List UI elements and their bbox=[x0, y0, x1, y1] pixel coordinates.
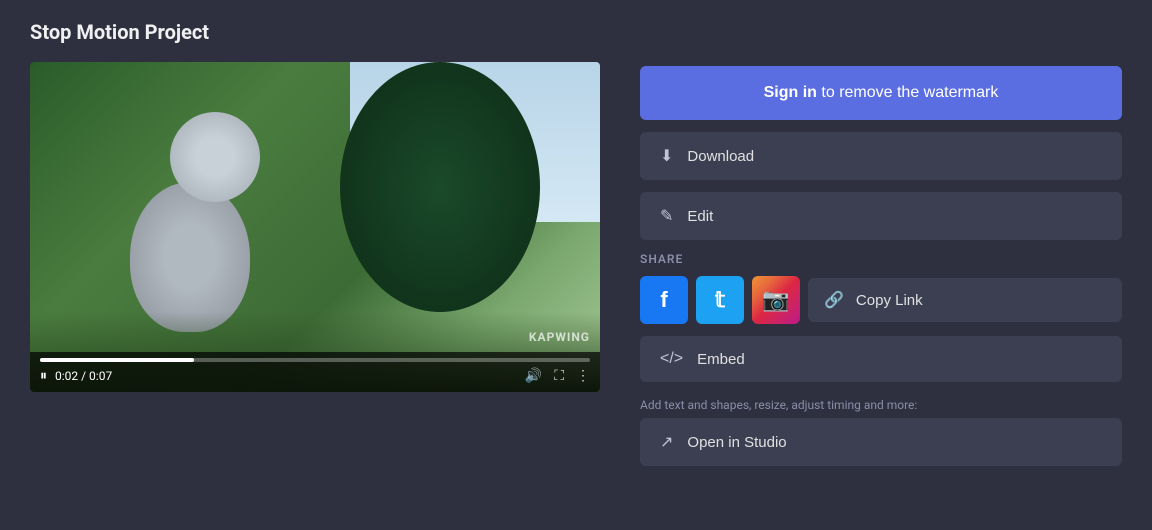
open-studio-label: Open in Studio bbox=[687, 434, 786, 451]
animal-head bbox=[170, 112, 260, 202]
sign-in-bold: Sign in bbox=[764, 84, 817, 101]
download-label: Download bbox=[687, 148, 754, 165]
edit-button[interactable]: ✎ Edit bbox=[640, 192, 1122, 240]
open-studio-button[interactable]: ↗ Open in Studio bbox=[640, 418, 1122, 466]
facebook-button[interactable]: f bbox=[640, 276, 688, 324]
embed-button[interactable]: </> Embed bbox=[640, 336, 1122, 382]
share-label: SHARE bbox=[640, 252, 1122, 266]
copy-link-label: Copy Link bbox=[856, 292, 923, 309]
watermark: KAPWING bbox=[529, 330, 590, 344]
page-container: Stop Motion Project KAPWING ⏸ bbox=[0, 0, 1152, 530]
progress-fill bbox=[40, 358, 194, 362]
edit-label: Edit bbox=[687, 208, 713, 225]
share-row: f 𝕥 📷 🔗 Copy Link bbox=[640, 276, 1122, 324]
video-player[interactable]: KAPWING ⏸ 0:02 / 0:07 🔊 ⛶ ⋮ bbox=[30, 62, 600, 392]
video-controls: ⏸ 0:02 / 0:07 🔊 ⛶ ⋮ bbox=[30, 352, 600, 392]
instagram-button[interactable]: 📷 bbox=[752, 276, 800, 324]
volume-icon[interactable]: 🔊 bbox=[525, 368, 542, 384]
facebook-icon: f bbox=[660, 287, 667, 313]
open-studio-section: Add text and shapes, resize, adjust timi… bbox=[640, 398, 1122, 466]
pause-button[interactable]: ⏸ bbox=[40, 368, 47, 384]
sign-in-rest: to remove the watermark bbox=[817, 84, 998, 101]
edit-icon: ✎ bbox=[660, 206, 673, 226]
twitter-icon: 𝕥 bbox=[715, 287, 725, 313]
instagram-icon: 📷 bbox=[762, 287, 789, 313]
copy-link-button[interactable]: 🔗 Copy Link bbox=[808, 278, 1122, 322]
page-title: Stop Motion Project bbox=[30, 20, 1122, 44]
sign-in-button[interactable]: Sign in to remove the watermark bbox=[640, 66, 1122, 120]
time-display: 0:02 / 0:07 bbox=[55, 369, 513, 383]
embed-icon: </> bbox=[660, 350, 683, 368]
tree-background bbox=[340, 62, 540, 312]
link-icon: 🔗 bbox=[824, 290, 844, 310]
content-row: KAPWING ⏸ 0:02 / 0:07 🔊 ⛶ ⋮ bbox=[30, 62, 1122, 466]
controls-row: ⏸ 0:02 / 0:07 🔊 ⛶ ⋮ bbox=[40, 368, 590, 384]
right-panel: Sign in to remove the watermark ⬇ Downlo… bbox=[640, 62, 1122, 466]
animal-body bbox=[130, 182, 250, 332]
share-section: SHARE f 𝕥 📷 🔗 Copy Link bbox=[640, 252, 1122, 324]
helper-text: Add text and shapes, resize, adjust timi… bbox=[640, 398, 1122, 412]
fullscreen-icon[interactable]: ⛶ bbox=[554, 368, 564, 384]
more-options-icon[interactable]: ⋮ bbox=[576, 368, 590, 384]
video-thumbnail bbox=[30, 62, 600, 392]
progress-bar[interactable] bbox=[40, 358, 590, 362]
download-icon: ⬇ bbox=[660, 146, 673, 166]
embed-label: Embed bbox=[697, 351, 745, 368]
download-button[interactable]: ⬇ Download bbox=[640, 132, 1122, 180]
twitter-button[interactable]: 𝕥 bbox=[696, 276, 744, 324]
external-link-icon: ↗ bbox=[660, 432, 673, 452]
